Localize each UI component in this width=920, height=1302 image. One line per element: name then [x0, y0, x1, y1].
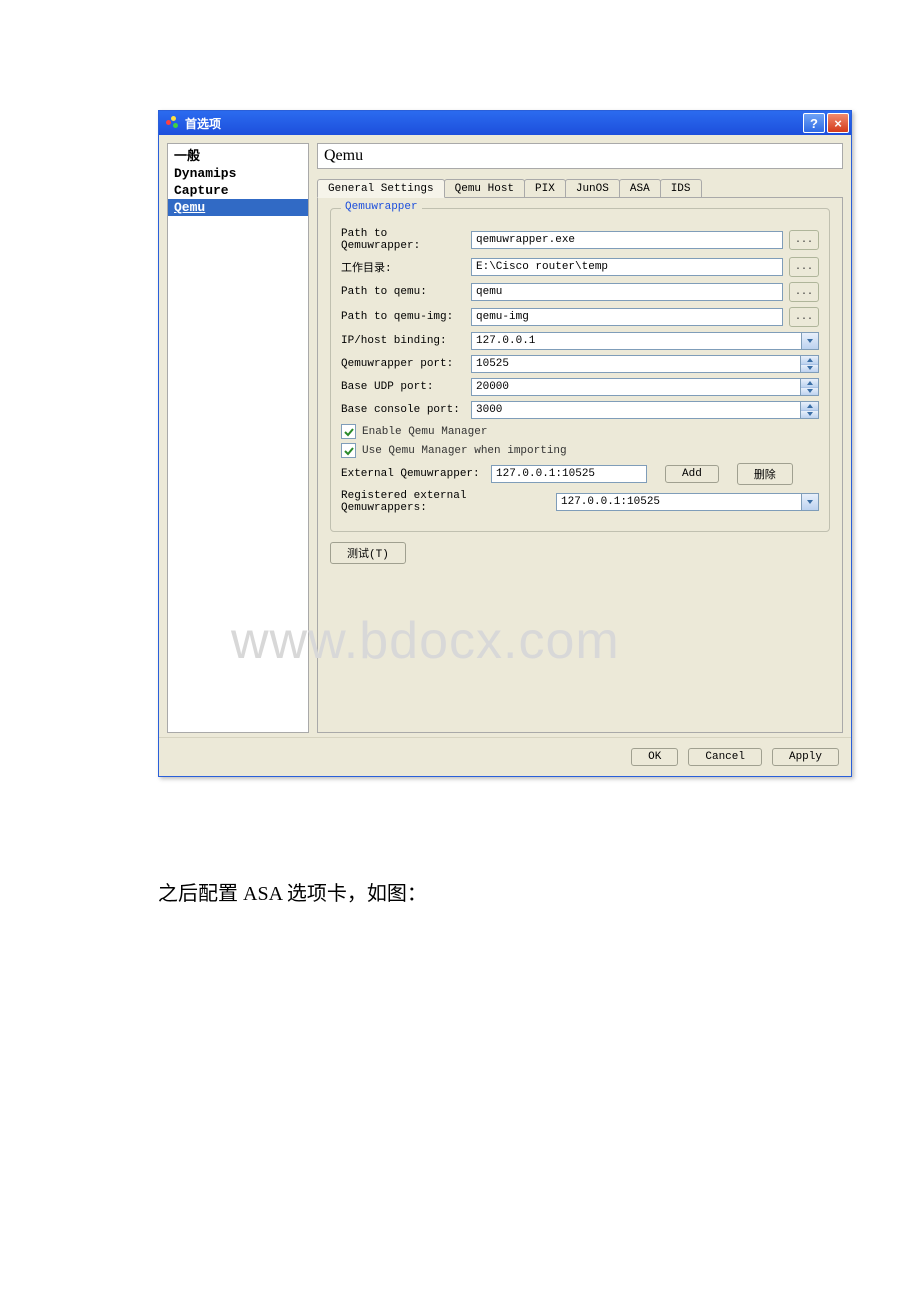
window-title: 首选项	[185, 115, 221, 132]
tab-general-settings[interactable]: General Settings	[317, 179, 445, 198]
baseconsole-input[interactable]	[471, 401, 801, 419]
sidebar-item-capture[interactable]: Capture	[168, 182, 308, 199]
registered-input[interactable]	[556, 493, 801, 511]
use-qemu-manager-import-label: Use Qemu Manager when importing	[362, 445, 567, 457]
registered-label: Registered external Qemuwrappers:	[341, 490, 556, 514]
tab-qemu-host[interactable]: Qemu Host	[444, 179, 525, 197]
delete-button[interactable]: 删除	[737, 463, 793, 485]
baseconsole-label: Base console port:	[341, 404, 471, 416]
test-button-label: 测试(T)	[347, 549, 389, 561]
app-icon	[165, 116, 179, 130]
path-qemuwrapper-label: Path to Qemuwrapper:	[341, 228, 471, 252]
path-qemuimg-input[interactable]	[471, 308, 783, 326]
qemu-tabs: General Settings Qemu Host PIX JunOS ASA…	[317, 179, 843, 197]
path-qemu-input[interactable]	[471, 283, 783, 301]
dialog-footer: OK Cancel Apply	[159, 737, 851, 776]
ipbind-dropdown-button[interactable]	[801, 332, 819, 350]
browse-workdir-button[interactable]: ...	[789, 257, 819, 277]
browse-qemuimg-button[interactable]: ...	[789, 307, 819, 327]
external-qemuwrapper-input[interactable]	[491, 465, 647, 483]
document-caption: 之后配置 ASA 选项卡，如图：	[158, 877, 920, 906]
chevron-up-icon	[807, 404, 813, 408]
tab-pix[interactable]: PIX	[524, 179, 566, 197]
apply-button[interactable]: Apply	[772, 748, 839, 766]
chevron-up-icon	[807, 358, 813, 362]
tab-junos[interactable]: JunOS	[565, 179, 620, 197]
check-icon	[344, 427, 354, 437]
registered-dropdown-button[interactable]	[801, 493, 819, 511]
ipbind-input[interactable]	[471, 332, 801, 350]
ipbind-label: IP/host binding:	[341, 335, 471, 347]
workdir-input[interactable]	[471, 258, 783, 276]
check-icon	[344, 446, 354, 456]
group-title: Qemuwrapper	[341, 201, 422, 213]
page-title: Qemu	[317, 143, 843, 169]
category-sidebar: 一般 Dynamips Capture Qemu	[167, 143, 309, 733]
use-qemu-manager-import-checkbox[interactable]	[341, 443, 356, 458]
baseudp-input[interactable]	[471, 378, 801, 396]
tab-asa[interactable]: ASA	[619, 179, 661, 197]
general-settings-panel: Qemuwrapper Path to Qemuwrapper: ... 工作目…	[317, 197, 843, 733]
ok-button[interactable]: OK	[631, 748, 678, 766]
enable-qemu-manager-checkbox[interactable]	[341, 424, 356, 439]
preferences-dialog: www.bdocx.com 首选项 ? × 一般 Dynamips Captur…	[158, 110, 852, 777]
chevron-down-icon	[806, 498, 814, 506]
titlebar: 首选项 ? ×	[159, 111, 851, 135]
chevron-down-icon	[807, 389, 813, 393]
baseudp-spinner[interactable]	[801, 378, 819, 396]
browse-qemu-button[interactable]: ...	[789, 282, 819, 302]
wrapperport-label: Qemuwrapper port:	[341, 358, 471, 370]
sidebar-item-general[interactable]: 一般	[168, 144, 308, 165]
wrapperport-spinner[interactable]	[801, 355, 819, 373]
external-qemuwrapper-label: External Qemuwrapper:	[341, 468, 491, 480]
wrapperport-input[interactable]	[471, 355, 801, 373]
baseudp-label: Base UDP port:	[341, 381, 471, 393]
close-button[interactable]: ×	[827, 113, 849, 133]
path-qemuimg-label: Path to qemu-img:	[341, 311, 471, 323]
baseconsole-spinner[interactable]	[801, 401, 819, 419]
browse-qemuwrapper-button[interactable]: ...	[789, 230, 819, 250]
help-button[interactable]: ?	[803, 113, 825, 133]
path-qemu-label: Path to qemu:	[341, 286, 471, 298]
chevron-down-icon	[806, 337, 814, 345]
sidebar-item-dynamips[interactable]: Dynamips	[168, 165, 308, 182]
test-button[interactable]: 测试(T)	[330, 542, 406, 564]
workdir-label: 工作目录:	[341, 259, 471, 275]
cancel-button[interactable]: Cancel	[688, 748, 762, 766]
qemuwrapper-group: Qemuwrapper Path to Qemuwrapper: ... 工作目…	[330, 208, 830, 532]
path-qemuwrapper-input[interactable]	[471, 231, 783, 249]
enable-qemu-manager-label: Enable Qemu Manager	[362, 426, 487, 438]
chevron-down-icon	[807, 366, 813, 370]
chevron-down-icon	[807, 412, 813, 416]
sidebar-item-qemu[interactable]: Qemu	[168, 199, 308, 216]
chevron-up-icon	[807, 381, 813, 385]
tab-ids[interactable]: IDS	[660, 179, 702, 197]
add-button[interactable]: Add	[665, 465, 719, 483]
